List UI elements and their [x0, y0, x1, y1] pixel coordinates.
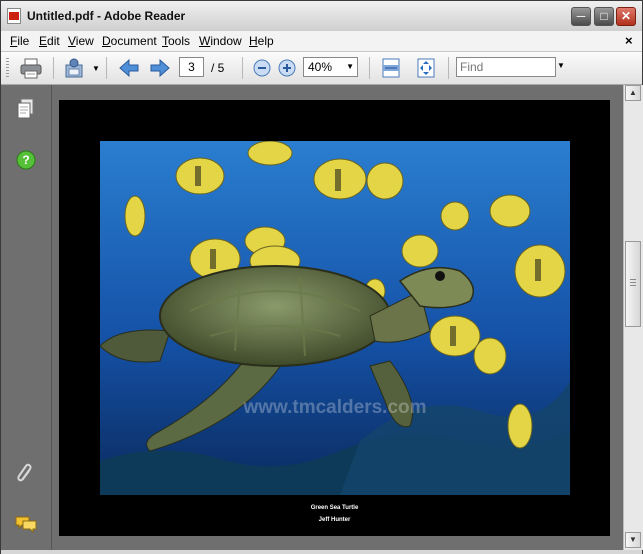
scroll-thumb[interactable]: [625, 241, 641, 327]
caption-author: Jeff Hunter: [318, 517, 351, 523]
watermark-text: www.tmcalders.com: [242, 397, 426, 418]
menu-tools[interactable]: Tools: [162, 34, 190, 48]
toolbar-separator: [53, 57, 54, 79]
menu-window-label: indow: [210, 34, 242, 48]
close-document-button[interactable]: ×: [625, 33, 633, 48]
menu-edit-accel: E: [39, 34, 48, 48]
find-input[interactable]: Find: [456, 57, 556, 77]
menu-edit-label: dit: [47, 34, 60, 48]
menu-bar: File Edit View Document Tools Window Hel…: [1, 31, 642, 52]
help-icon[interactable]: ?: [14, 148, 38, 172]
vertical-scrollbar[interactable]: ▲ ▼: [623, 85, 643, 550]
maximize-button[interactable]: □: [594, 7, 614, 26]
toolbar: ▼ 3 / 5 40% ▼ Find ▼: [1, 52, 642, 85]
page-number-input[interactable]: 3: [179, 57, 204, 77]
email-icon[interactable]: [63, 56, 87, 80]
menu-view-label: iew: [75, 34, 94, 48]
next-page-icon[interactable]: [148, 56, 172, 80]
menu-window-accel: W: [199, 34, 211, 48]
sea-turtle-image: www.tmcalders.com: [100, 141, 570, 495]
document-area[interactable]: www.tmcalders.com Green Sea Turtle Jeff …: [52, 85, 623, 550]
fit-width-icon[interactable]: [379, 56, 403, 80]
toolbar-separator: [106, 57, 107, 79]
zoom-in-icon[interactable]: [275, 56, 299, 80]
close-icon: ✕: [620, 9, 632, 23]
pages-panel-icon[interactable]: [14, 97, 38, 121]
app-window: Untitled.pdf - Adobe Reader ─ □ ✕ File E…: [0, 0, 643, 554]
page-total-label: / 5: [211, 61, 225, 75]
menu-help-label: elp: [257, 34, 274, 48]
attachments-icon[interactable]: [14, 462, 38, 486]
comments-icon[interactable]: [14, 512, 38, 536]
minimize-icon: ─: [576, 9, 586, 23]
caption-title: Green Sea Turtle: [310, 505, 359, 511]
menu-file[interactable]: File: [10, 34, 29, 48]
menu-window[interactable]: Window: [199, 34, 242, 48]
menu-tools-label: ools: [168, 34, 191, 48]
pdf-page: www.tmcalders.com Green Sea Turtle Jeff …: [59, 100, 610, 536]
toolbar-separator: [369, 57, 370, 79]
fit-page-icon[interactable]: [414, 56, 438, 80]
window-title: Untitled.pdf - Adobe Reader: [27, 9, 186, 23]
svg-text:?: ?: [22, 153, 29, 167]
pdf-file-icon: [7, 8, 21, 24]
menu-view[interactable]: View: [68, 34, 94, 48]
menu-edit[interactable]: Edit: [39, 34, 60, 48]
find-placeholder: Find: [460, 60, 484, 74]
menu-view-accel: V: [68, 34, 76, 48]
menu-help[interactable]: Help: [249, 34, 274, 48]
close-window-button[interactable]: ✕: [616, 7, 636, 26]
menu-document-accel: D: [102, 34, 111, 48]
chevron-down-icon[interactable]: ▼: [346, 58, 354, 76]
maximize-icon: □: [600, 9, 608, 23]
minimize-button[interactable]: ─: [571, 7, 591, 26]
zoom-select[interactable]: 40% ▼: [303, 57, 358, 77]
navigation-pane: ?: [1, 85, 52, 550]
menu-help-accel: H: [249, 34, 258, 48]
title-bar: Untitled.pdf - Adobe Reader ─ □ ✕: [1, 1, 642, 32]
menu-document[interactable]: Document: [102, 34, 157, 48]
print-icon[interactable]: [19, 56, 43, 80]
zoom-value: 40%: [308, 60, 333, 74]
previous-page-icon[interactable]: [117, 56, 141, 80]
scroll-down-button[interactable]: ▼: [625, 532, 641, 548]
status-edge: [1, 550, 642, 554]
email-dropdown-arrow[interactable]: ▼: [92, 64, 100, 73]
turtle-photo: www.tmcalders.com: [100, 141, 570, 495]
toolbar-grip[interactable]: [6, 58, 9, 79]
zoom-out-icon[interactable]: [250, 56, 274, 80]
menu-document-label: ocument: [110, 34, 157, 48]
toolbar-separator: [242, 57, 243, 79]
find-options-chevron-down-icon[interactable]: ▼: [557, 61, 565, 70]
menu-file-label: ile: [17, 34, 30, 48]
toolbar-separator: [448, 57, 449, 79]
scroll-up-button[interactable]: ▲: [625, 85, 641, 101]
